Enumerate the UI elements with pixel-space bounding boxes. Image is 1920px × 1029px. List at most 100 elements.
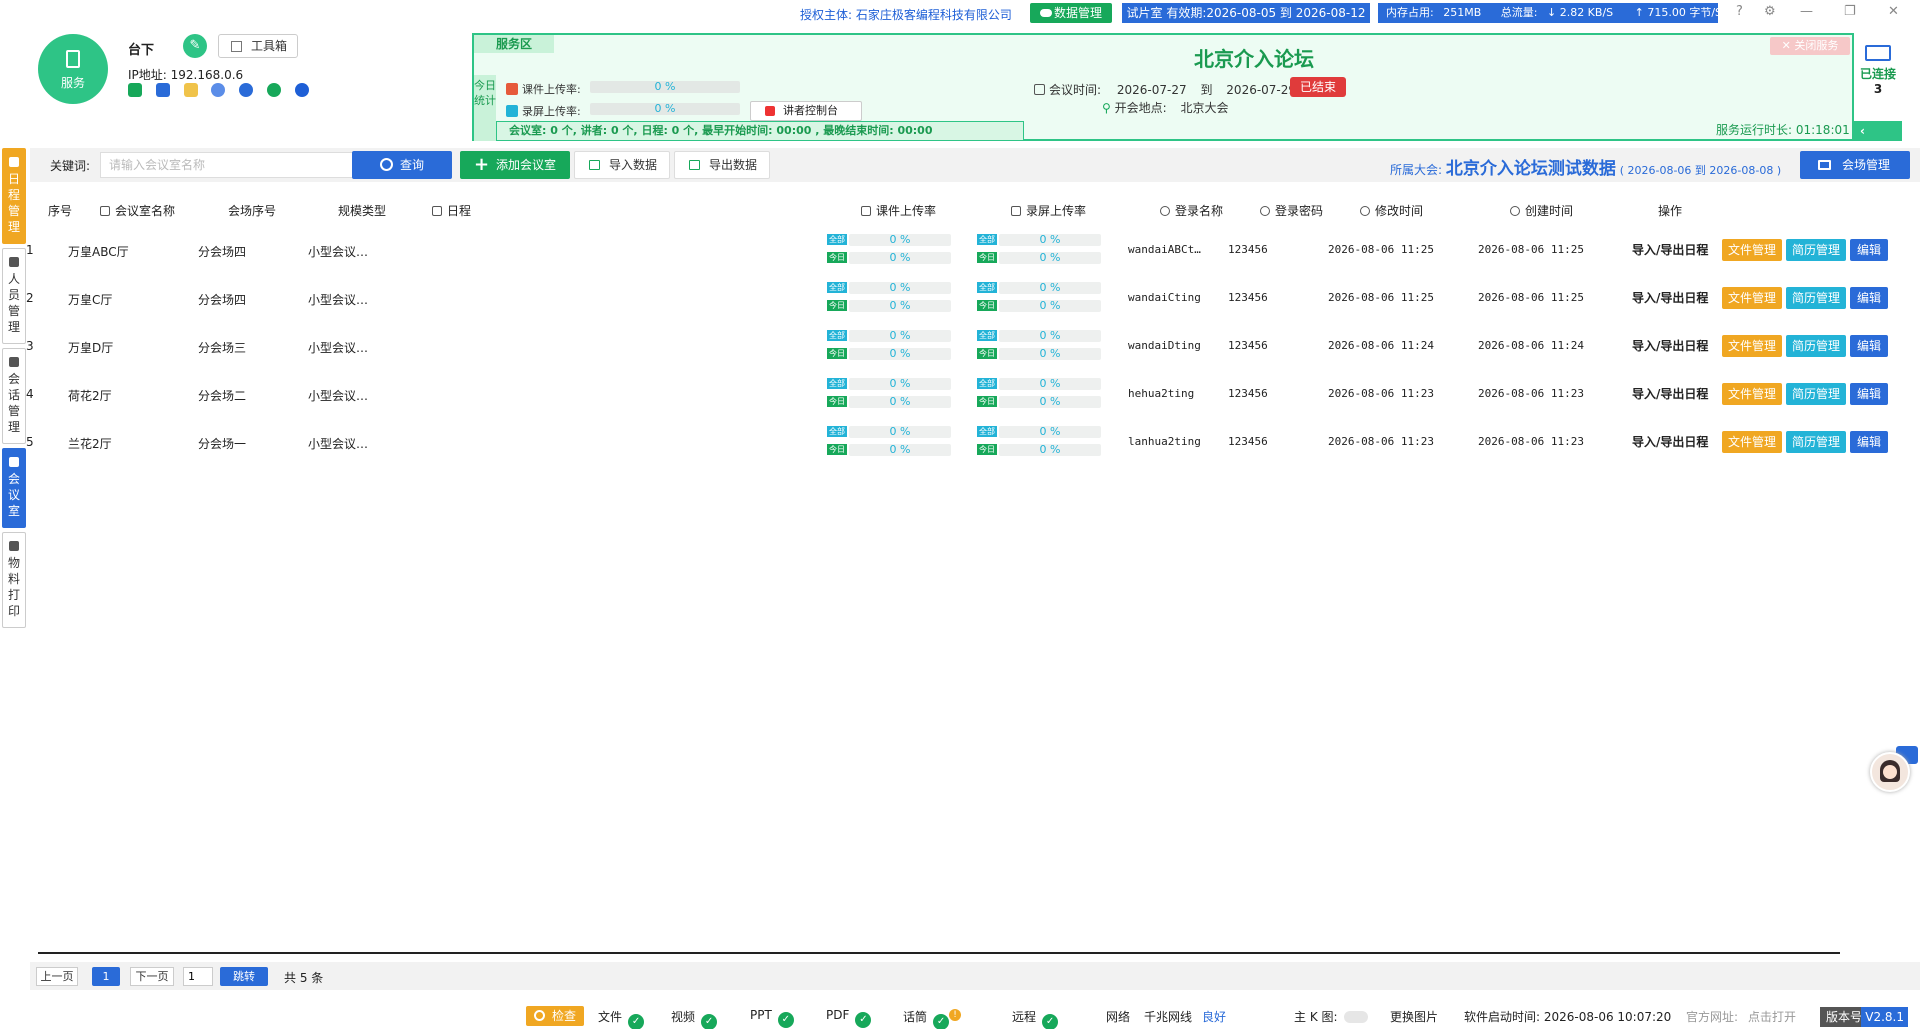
import-export-schedule-button[interactable]: 导入/导出日程	[1632, 337, 1708, 354]
speaker-icon[interactable]	[128, 83, 142, 97]
close-service-button[interactable]: ✕ 关闭服务	[1770, 37, 1850, 55]
folder-icon[interactable]	[183, 83, 198, 97]
resume-management-button[interactable]: 简历管理	[1786, 239, 1846, 261]
export-data-button[interactable]: 导出数据	[674, 151, 770, 179]
current-page[interactable]: 1	[92, 967, 120, 986]
jump-button[interactable]: 跳转	[220, 967, 268, 986]
search-input[interactable]	[100, 152, 376, 178]
row-modified: 2026-08-06 11:24	[1328, 339, 1434, 352]
row-courseware-rate: 全部 0 % 今日 0 %	[827, 329, 951, 365]
edit-name-icon[interactable]: ✎	[183, 34, 207, 58]
resume-management-button[interactable]: 简历管理	[1786, 383, 1846, 405]
key-icon	[1260, 206, 1270, 216]
import-export-schedule-button[interactable]: 导入/导出日程	[1632, 433, 1708, 450]
printer-icon	[9, 541, 19, 551]
edit-button[interactable]: 编辑	[1850, 287, 1888, 309]
edit-button[interactable]: 编辑	[1850, 239, 1888, 261]
speaker-console-button[interactable]: 讲者控制台	[750, 101, 862, 121]
import-data-button[interactable]: 导入数据	[574, 151, 670, 179]
import-export-schedule-button[interactable]: 导入/导出日程	[1632, 385, 1708, 402]
assistant-avatar[interactable]	[1870, 752, 1910, 792]
tag-today: 今日	[827, 252, 847, 263]
remote-icon[interactable]	[294, 83, 309, 97]
wechat-icon[interactable]	[267, 83, 282, 97]
monitor-icon[interactable]	[155, 83, 170, 97]
table-row: 1 万皇ABC厅 分会场四 小型会议… 全部 0 % 今日 0 % 全部 0 % 今日…	[0, 227, 1890, 275]
globe-icon[interactable]	[239, 83, 254, 97]
top-status-bar: 授权主体: 石家庄极客编程科技有限公司 数据管理 试片室 有效期:2026-08…	[0, 0, 1920, 26]
row-seq: 4	[26, 387, 34, 401]
file-management-button[interactable]: 文件管理	[1722, 383, 1782, 405]
tag-all: 全部	[977, 282, 997, 293]
file-management-button[interactable]: 文件管理	[1722, 335, 1782, 357]
help-icon[interactable]: ?	[1736, 4, 1743, 19]
nav-material-print[interactable]: 物料打印	[2, 532, 26, 628]
file-management-button[interactable]: 文件管理	[1722, 431, 1782, 453]
resume-management-button[interactable]: 简历管理	[1786, 335, 1846, 357]
minimize-icon[interactable]: —	[1800, 4, 1813, 19]
official-site-link[interactable]: 点击打开	[1748, 1010, 1796, 1024]
service-button[interactable]: 服务	[38, 34, 108, 104]
collapse-arrow-icon[interactable]: ‹	[1854, 121, 1902, 141]
main-k-toggle[interactable]	[1343, 1011, 1368, 1023]
service-area-tab: 服务区	[474, 35, 554, 53]
row-modified: 2026-08-06 11:23	[1328, 435, 1434, 448]
row-modified: 2026-08-06 11:25	[1328, 291, 1434, 304]
location-icon: ⚲	[1102, 101, 1111, 115]
page-number-input[interactable]	[183, 967, 213, 986]
query-button[interactable]: 查询	[352, 151, 452, 179]
edit-button[interactable]: 编辑	[1850, 383, 1888, 405]
excel-icon	[589, 160, 600, 170]
status-pdf: PDF ✓	[826, 1008, 872, 1028]
next-page-button[interactable]: 下一页	[130, 967, 174, 986]
header-ops: 操作	[1658, 204, 1683, 218]
cloud-icon	[1040, 9, 1052, 17]
table-row: 3 万皇D厅 分会场三 小型会议… 全部 0 % 今日 0 % 全部 0 % 今日 0 …	[0, 323, 1890, 371]
resource-usage: 内存占用: 251MB 总流量: ↓ 2.82 KB/S ↑ 715.00 字节…	[1378, 3, 1722, 23]
row-created: 2026-08-06 11:24	[1478, 339, 1584, 352]
resume-management-button[interactable]: 简历管理	[1786, 287, 1846, 309]
user-icon	[1160, 206, 1170, 216]
tag-today: 今日	[977, 300, 997, 311]
data-management-button[interactable]: 数据管理	[1030, 3, 1112, 23]
table-row: 2 万皇C厅 分会场四 小型会议… 全部 0 % 今日 0 % 全部 0 % 今日 0 …	[0, 275, 1890, 323]
keyword-label: 关键词:	[50, 159, 91, 173]
row-created: 2026-08-06 11:23	[1478, 435, 1584, 448]
total-count: 共 5 条	[284, 971, 324, 985]
file-management-button[interactable]: 文件管理	[1722, 239, 1782, 261]
row-seq: 5	[26, 435, 34, 449]
row-room-name: 万皇ABC厅	[68, 245, 129, 259]
tag-today: 今日	[977, 252, 997, 263]
connection-status[interactable]: 已连接 3 ‹	[1852, 33, 1902, 141]
row-login: wandaiCting	[1128, 291, 1201, 304]
row-scale: 小型会议…	[308, 293, 369, 307]
file-management-button[interactable]: 文件管理	[1722, 287, 1782, 309]
import-export-schedule-button[interactable]: 导入/导出日程	[1632, 289, 1708, 306]
check-button[interactable]: 检查	[526, 1006, 584, 1026]
restore-icon[interactable]: ❐	[1844, 4, 1856, 19]
network-icon[interactable]	[211, 83, 226, 97]
row-password: 123456	[1228, 291, 1268, 304]
change-image-button[interactable]: 更换图片	[1390, 1008, 1438, 1025]
add-room-button[interactable]: + 添加会议室	[460, 151, 570, 179]
tag-all: 全部	[977, 234, 997, 245]
status-network: 网络 千兆网线 良好	[1106, 1010, 1227, 1024]
close-icon[interactable]: ✕	[1888, 4, 1899, 19]
prev-page-button[interactable]: 上一页	[36, 967, 78, 986]
import-export-schedule-button[interactable]: 导入/导出日程	[1632, 241, 1708, 258]
row-seq: 1	[26, 243, 34, 257]
resume-management-button[interactable]: 简历管理	[1786, 431, 1846, 453]
conference-info: 所属大会: 北京介入论坛测试数据 ( 2026-08-06 到 2026-08-…	[1390, 159, 1782, 179]
tag-all: 全部	[977, 330, 997, 341]
tag-all: 全部	[827, 426, 847, 437]
clock-icon	[1360, 206, 1370, 216]
row-courseware-rate: 全部 0 % 今日 0 %	[827, 425, 951, 461]
row-venue: 分会场三	[198, 341, 247, 355]
edit-button[interactable]: 编辑	[1850, 431, 1888, 453]
toolbox-button[interactable]: 工具箱	[218, 34, 298, 58]
calendar-icon	[432, 206, 442, 216]
gear-icon[interactable]: ⚙	[1764, 4, 1776, 19]
venue-management-button[interactable]: 会场管理	[1800, 151, 1910, 179]
warning-icon: !	[949, 1009, 962, 1021]
edit-button[interactable]: 编辑	[1850, 335, 1888, 357]
